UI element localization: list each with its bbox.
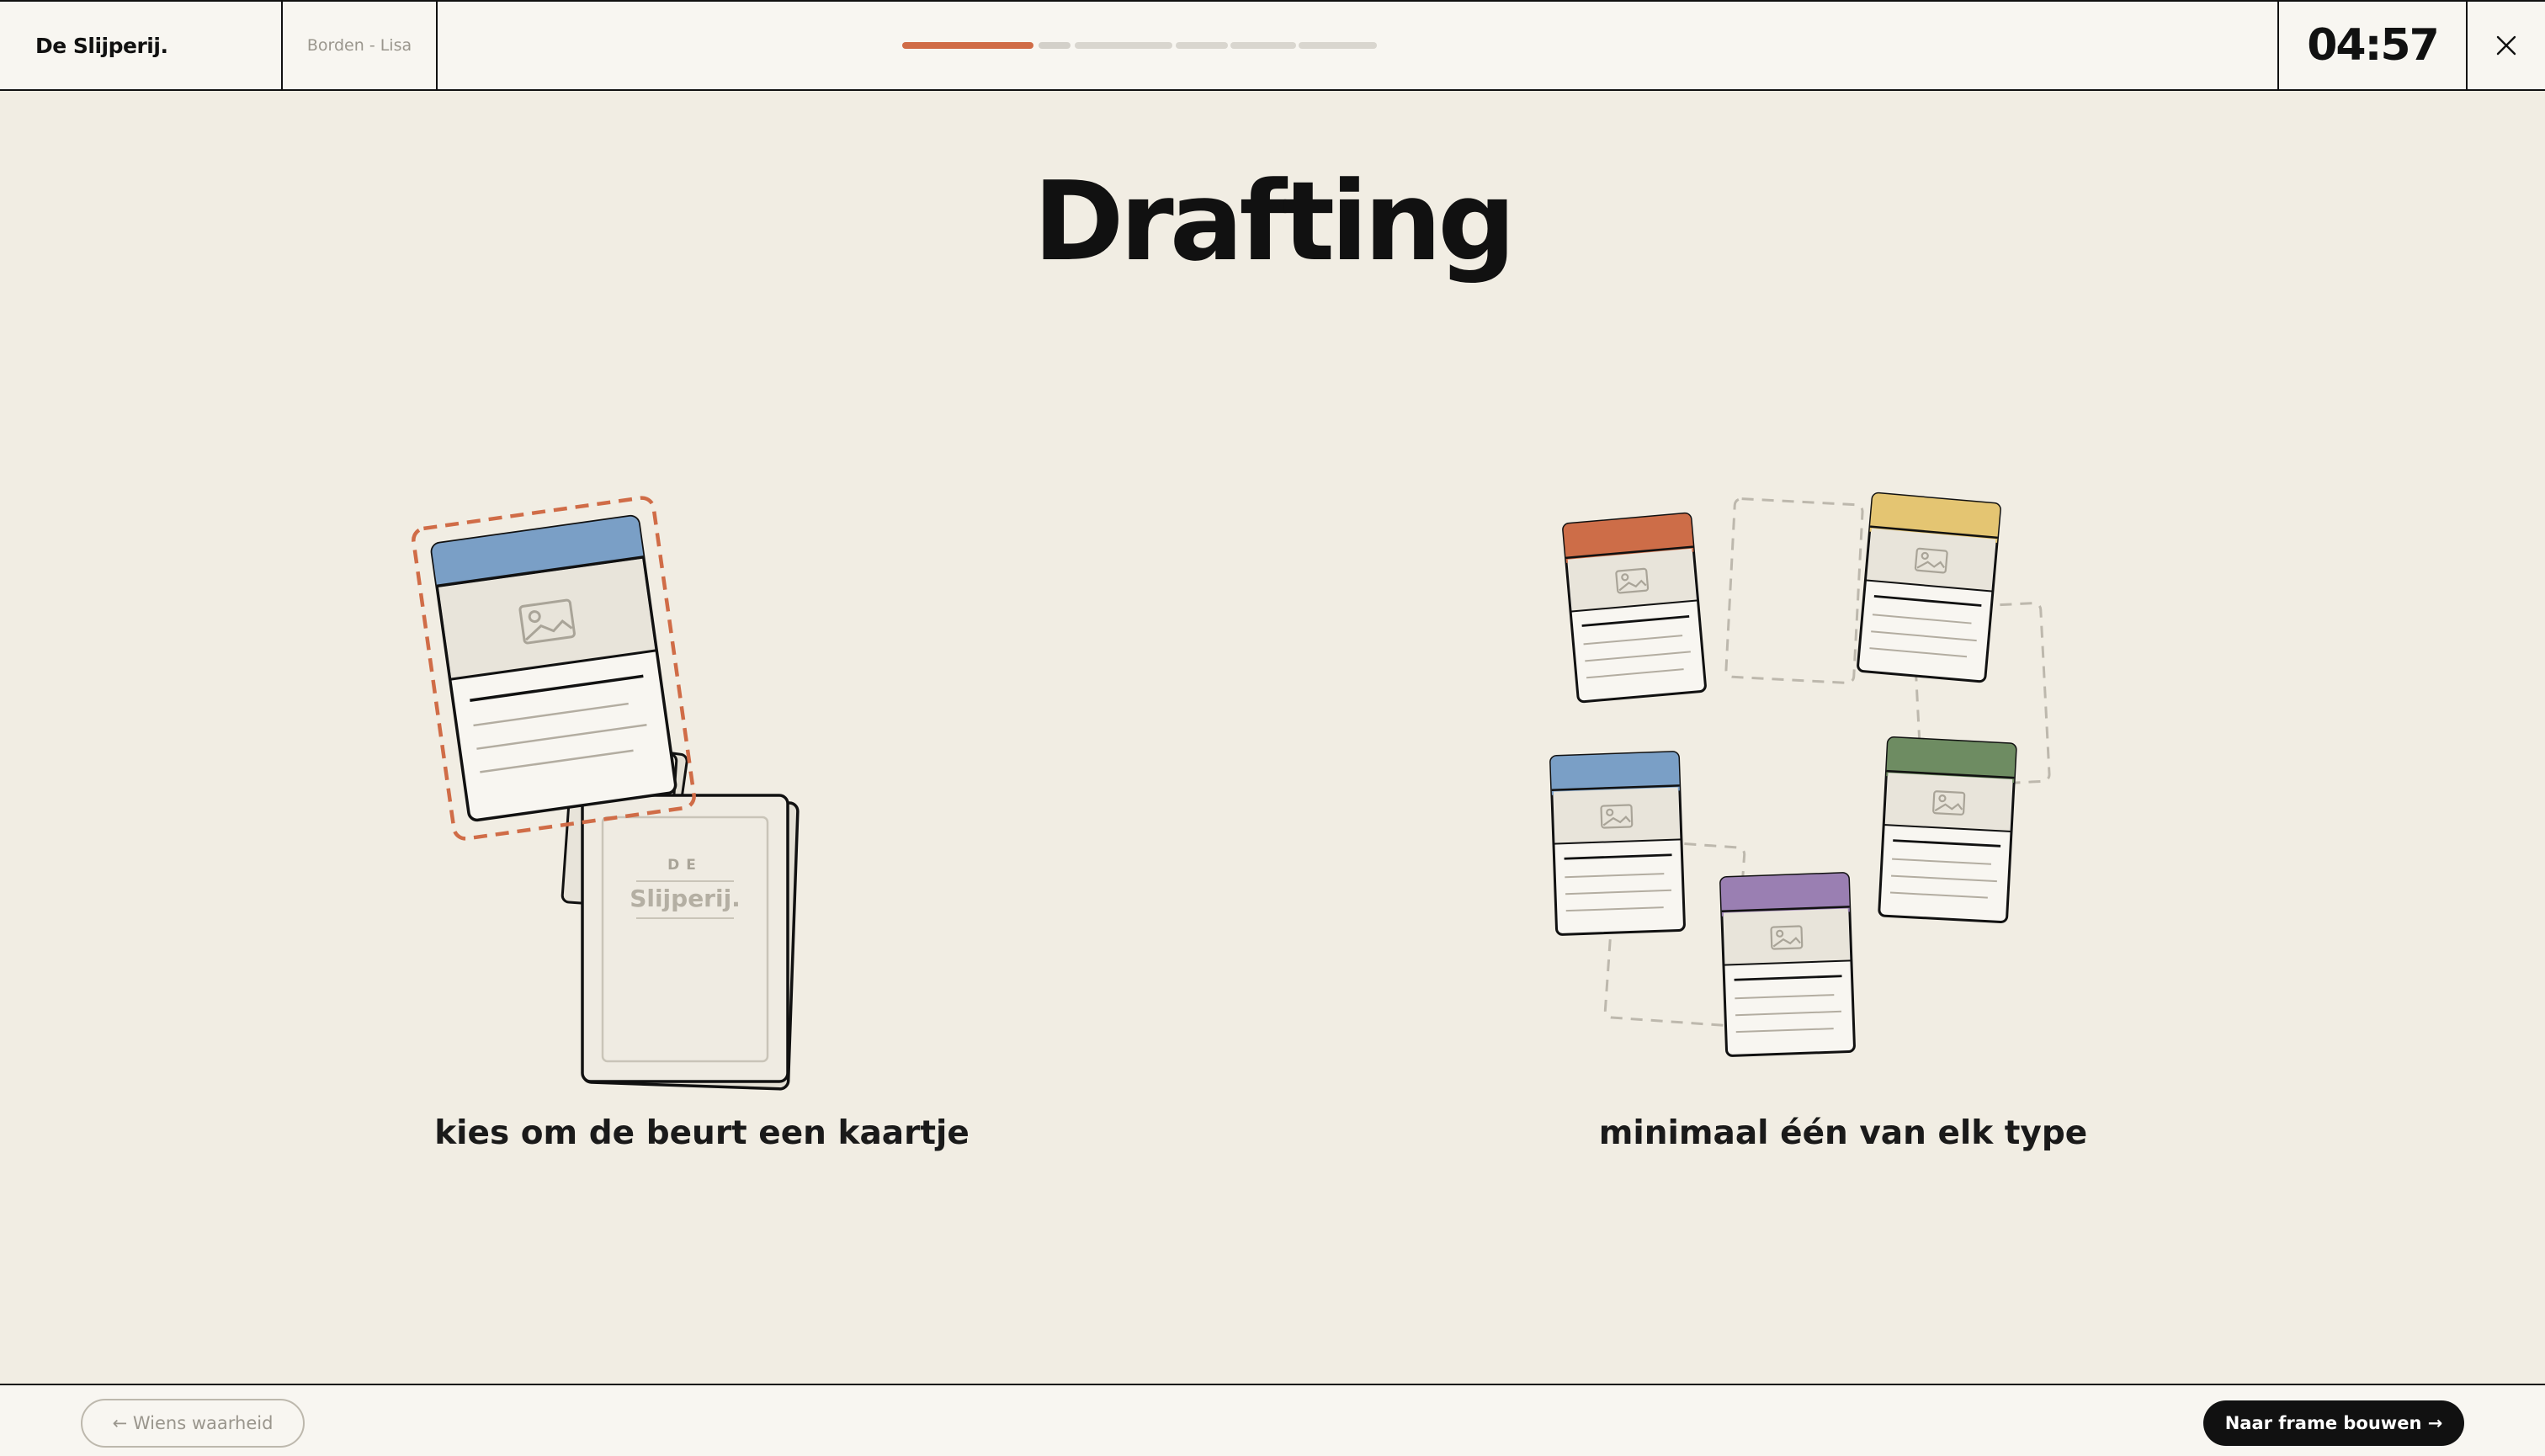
- progress-step-4: [1176, 42, 1228, 49]
- progress-step-3: [1075, 42, 1172, 49]
- bottom-bar: ← Wiens waarheid Naar frame bouwen →: [0, 1384, 2545, 1456]
- progress-step-2: [1039, 42, 1071, 49]
- yellow-card: [1857, 492, 2001, 683]
- close-icon: [2496, 35, 2516, 56]
- countdown-timer: 04:57: [2277, 2, 2466, 89]
- top-bar: De Slijperij. Borden - Lisa 04:57: [0, 0, 2545, 91]
- deck-label-brand: Slijperij.: [630, 885, 741, 912]
- purple-card: [1719, 872, 1856, 1057]
- deck-label-top: DE: [667, 857, 703, 874]
- right-caption: minimaal één van elk type: [1598, 1114, 2088, 1152]
- green-card: [1878, 736, 2017, 923]
- back-button[interactable]: ← Wiens waarheid: [81, 1399, 305, 1448]
- draft-deck-illustration: DE Slijperij.: [412, 496, 800, 1091]
- progress-step-6: [1299, 42, 1377, 49]
- progress-step-5: [1230, 42, 1296, 49]
- orange-card: [1562, 512, 1707, 704]
- breadcrumb: Borden - Lisa: [283, 2, 438, 89]
- brand-logo: De Slijperij.: [0, 2, 283, 89]
- close-button[interactable]: [2466, 2, 2545, 89]
- step-progress: [438, 2, 2277, 89]
- blue-card: [1549, 751, 1686, 936]
- card-collection-illustration: [1549, 492, 2051, 1057]
- page-title: Drafting: [1033, 157, 1517, 285]
- left-caption: kies om de beurt een kaartje: [434, 1114, 970, 1152]
- next-button[interactable]: Naar frame bouwen →: [2203, 1400, 2464, 1446]
- selected-card: [412, 496, 696, 841]
- progress-step-1: [902, 42, 1033, 49]
